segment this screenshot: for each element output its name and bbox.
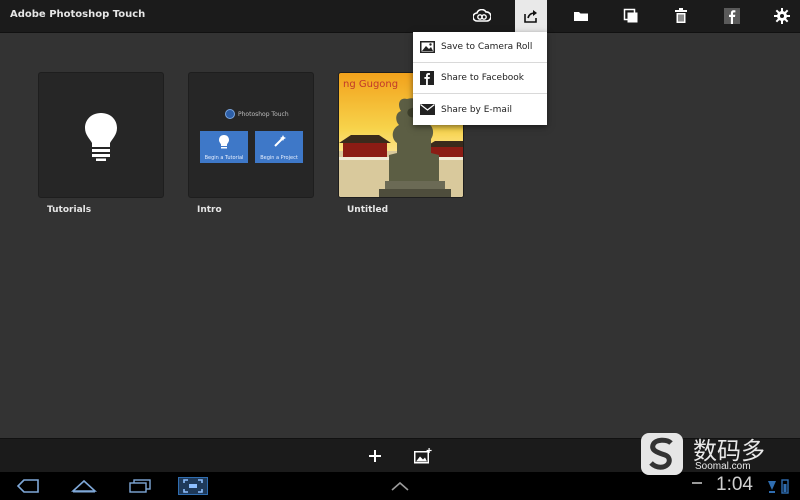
lightbulb-icon <box>85 113 117 161</box>
watermark-logo-icon <box>641 433 683 475</box>
chevron-up-icon[interactable] <box>388 477 412 495</box>
intro-logo-text: Photoshop Touch <box>238 110 289 118</box>
screenshot-icon[interactable] <box>178 477 208 495</box>
status-icons[interactable] <box>764 477 794 495</box>
watermark: 数码多 Soomal.com <box>641 431 791 479</box>
share-icon[interactable] <box>515 0 547 32</box>
watermark-text-en: Soomal.com <box>695 461 751 472</box>
menu-item-save-camera-roll[interactable]: Save to Camera Roll <box>413 32 547 63</box>
menu-item-label: Share by E-mail <box>441 104 512 115</box>
home-icon[interactable] <box>70 477 98 495</box>
duplicate-icon[interactable] <box>615 0 647 32</box>
menu-item-share-email[interactable]: Share by E-mail <box>413 94 547 125</box>
share-menu: Save to Camera Roll Share to Facebook Sh… <box>413 32 547 125</box>
trash-icon[interactable] <box>665 0 697 32</box>
top-toolbar: Adobe Photoshop Touch <box>0 0 800 33</box>
begin-project-button: Begin a Project <box>255 131 303 163</box>
begin-tutorial-label: Begin a Tutorial <box>204 155 244 161</box>
creative-cloud-icon[interactable] <box>466 0 498 32</box>
magic-wand-icon <box>274 135 286 147</box>
image-icon <box>419 39 435 55</box>
app-title: Adobe Photoshop Touch <box>10 9 146 20</box>
menu-item-share-facebook[interactable]: Share to Facebook <box>413 63 547 94</box>
recent-apps-icon[interactable] <box>126 477 154 495</box>
project-caption-tutorials: Tutorials <box>47 205 92 215</box>
intro-logo: Photoshop Touch <box>225 109 289 119</box>
back-icon[interactable] <box>14 477 42 495</box>
menu-item-label: Share to Facebook <box>441 73 525 83</box>
begin-project-label: Begin a Project <box>260 155 298 161</box>
project-tile-tutorials[interactable] <box>38 72 164 198</box>
begin-tutorial-button: Begin a Tutorial <box>200 131 248 163</box>
menu-item-label: Save to Camera Roll <box>441 42 533 52</box>
add-icon[interactable] <box>366 447 384 465</box>
facebook-icon[interactable] <box>716 0 748 32</box>
notification-dash <box>692 482 702 484</box>
project-caption-intro: Intro <box>197 205 222 215</box>
folder-icon[interactable] <box>565 0 597 32</box>
add-image-icon[interactable] <box>414 447 432 465</box>
settings-icon[interactable] <box>766 0 798 32</box>
lightbulb-icon <box>219 135 229 149</box>
intro-card: Photoshop Touch Begin a Tutorial Begin a… <box>195 95 305 165</box>
facebook-icon <box>419 70 435 86</box>
photoshop-touch-logo-icon <box>225 109 235 119</box>
envelope-icon <box>419 102 435 118</box>
photo-caption-text: ng Gugong <box>343 79 398 90</box>
project-caption-untitled: Untitled <box>347 205 389 215</box>
project-tile-intro[interactable]: Photoshop Touch Begin a Tutorial Begin a… <box>188 72 314 198</box>
